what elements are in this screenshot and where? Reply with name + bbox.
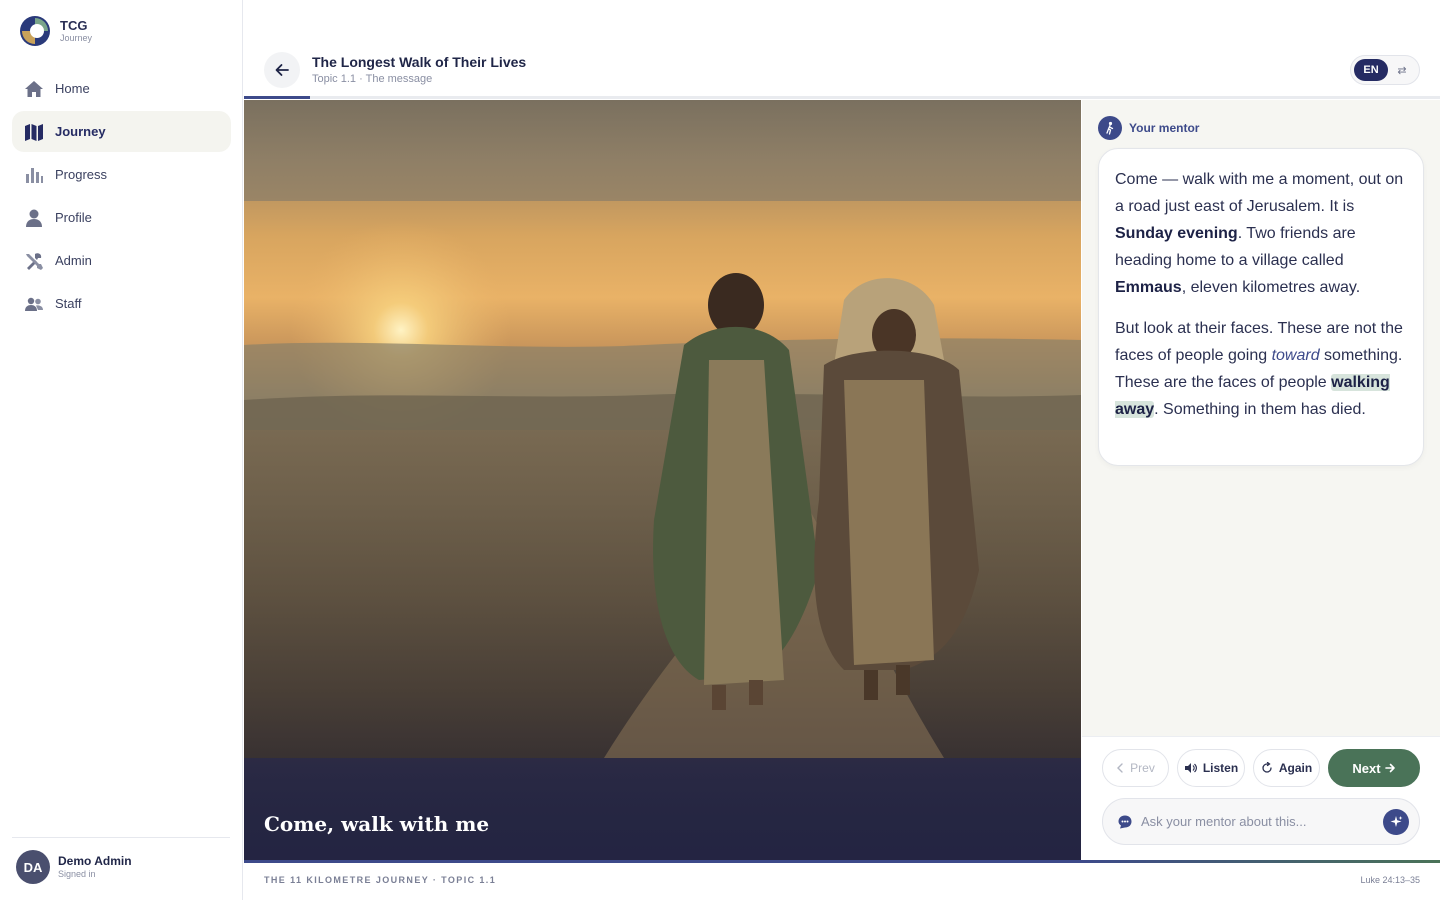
mentor-italic: toward — [1271, 347, 1320, 364]
tools-icon — [24, 251, 44, 271]
sidebar-item-profile[interactable]: Profile — [12, 197, 231, 238]
page-header: The Longest Walk of Their Lives Topic 1.… — [244, 0, 1440, 97]
ask-mentor-box — [1102, 798, 1420, 845]
home-icon — [24, 79, 44, 99]
topic-progress-fill — [244, 96, 310, 99]
page-subtitle: Topic 1.1 · The message — [312, 73, 433, 85]
footer-journey-label: THE 11 KILOMETRE JOURNEY · TOPIC 1.1 — [264, 875, 497, 885]
user-name: Demo Admin — [58, 854, 132, 868]
brand-logo-icon — [20, 16, 50, 46]
scene-caption: Come, walk with me — [264, 812, 490, 836]
mentor-text: , eleven kilometres away. — [1181, 279, 1361, 296]
sidebar-item-label: Home — [55, 81, 90, 96]
page-title: The Longest Walk of Their Lives — [312, 54, 527, 70]
sidebar-item-label: Staff — [55, 296, 82, 311]
listen-button[interactable]: Listen — [1177, 749, 1245, 787]
mentor-message: Come — walk with me a moment, out on a r… — [1098, 148, 1424, 466]
mentor-paragraph: Come — walk with me a moment, out on a r… — [1115, 166, 1407, 301]
ask-send-button[interactable] — [1383, 809, 1409, 835]
again-label: Again — [1278, 761, 1313, 775]
mentor-emphasis: Sunday evening — [1115, 225, 1238, 242]
sidebar-divider — [12, 837, 230, 838]
chat-bubble-icon — [1117, 814, 1133, 830]
brand-subtitle: Journey — [60, 32, 93, 43]
mentor-walker-icon — [1098, 116, 1122, 140]
user-card[interactable]: DA Demo Admin Signed in — [16, 850, 132, 884]
sidebar-item-admin[interactable]: Admin — [12, 240, 231, 281]
sidebar-item-label: Progress — [55, 167, 108, 182]
chevron-left-icon — [1116, 763, 1124, 773]
prev-button[interactable]: Prev — [1102, 749, 1169, 787]
user-status: Signed in — [58, 869, 96, 879]
scene-bottom-band — [244, 758, 1081, 860]
ask-mentor-input[interactable] — [1141, 814, 1361, 829]
language-toggle[interactable]: EN ⇄ — [1350, 55, 1420, 85]
sparkle-icon — [1390, 816, 1403, 827]
mentor-text: Come — walk with me a moment, out on a r… — [1115, 171, 1404, 215]
arrow-left-icon — [275, 64, 289, 76]
sidebar-item-progress[interactable]: Progress — [12, 154, 231, 195]
map-icon — [24, 122, 44, 142]
controls-panel: Prev Listen Again Next — [1082, 736, 1440, 860]
person-icon — [24, 208, 44, 228]
brand[interactable]: TCG Journey — [18, 14, 92, 48]
sidebar-nav: Home Journey Progress Profile Admin Staf… — [12, 68, 231, 326]
listen-label: Listen — [1202, 761, 1239, 775]
scene-image: Come, walk with me — [244, 100, 1081, 860]
speaker-icon — [1184, 762, 1197, 774]
footer-scripture-reference: Luke 24:13–35 — [1360, 875, 1420, 885]
sidebar-item-label: Journey — [55, 124, 106, 139]
mentor-text: . Something in them has died. — [1154, 401, 1366, 418]
language-option-other[interactable]: ⇄ — [1388, 64, 1416, 77]
topic-progress-bar — [244, 96, 1440, 99]
brand-title: TCG — [60, 17, 88, 33]
again-button[interactable]: Again — [1253, 749, 1320, 787]
sidebar: TCG Journey Home Journey Progress Profil… — [0, 0, 243, 900]
bar-chart-icon — [24, 165, 44, 185]
scene-illustration — [244, 220, 1081, 758]
next-button[interactable]: Next — [1328, 749, 1420, 787]
page-footer: THE 11 KILOMETRE JOURNEY · TOPIC 1.1 Luk… — [244, 863, 1440, 900]
prev-label: Prev — [1130, 761, 1155, 775]
people-icon — [24, 294, 44, 314]
sidebar-item-journey[interactable]: Journey — [12, 111, 231, 152]
mentor-label: Your mentor — [1129, 121, 1200, 135]
sidebar-item-label: Admin — [55, 253, 92, 268]
sidebar-item-home[interactable]: Home — [12, 68, 231, 109]
replay-icon — [1261, 762, 1273, 774]
mentor-paragraph: But look at their faces. These are not t… — [1115, 315, 1407, 423]
mentor-header: Your mentor — [1098, 116, 1199, 140]
sidebar-item-staff[interactable]: Staff — [12, 283, 231, 324]
sidebar-item-label: Profile — [55, 210, 92, 225]
next-label: Next — [1352, 760, 1381, 776]
avatar: DA — [16, 850, 50, 884]
language-option-en[interactable]: EN — [1354, 59, 1388, 81]
mentor-panel: Your mentor Come — walk with me a moment… — [1082, 100, 1440, 736]
arrow-right-icon — [1384, 763, 1396, 773]
back-button[interactable] — [264, 52, 300, 88]
mentor-emphasis: Emmaus — [1115, 279, 1182, 296]
